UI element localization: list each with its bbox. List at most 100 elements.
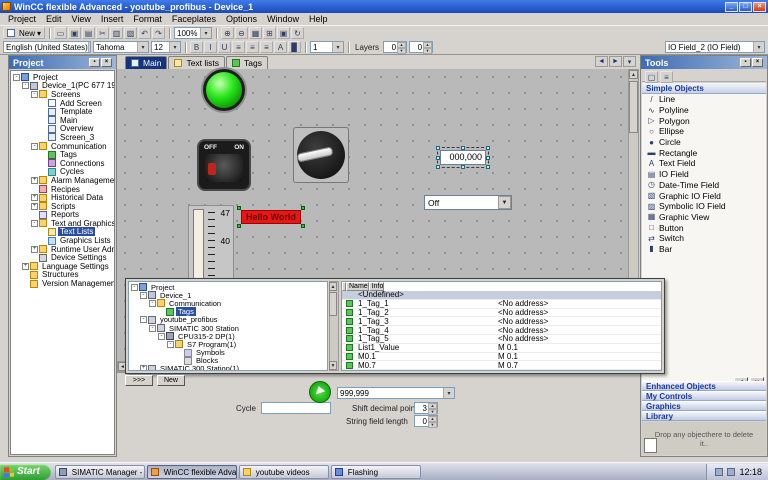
tool-item[interactable]: ▨ Symbolic IO Field	[642, 201, 766, 212]
tool-item[interactable]: ▦ Graphic View	[642, 212, 766, 223]
tree-item[interactable]: Version Management	[11, 279, 114, 288]
selection-handle[interactable]	[237, 224, 241, 228]
tree-expander-icon[interactable]: +	[31, 245, 38, 253]
font-color-button[interactable]: A	[274, 41, 287, 53]
tool-item[interactable]: ◷ Date-Time Field	[642, 180, 766, 191]
tree-expander-icon[interactable]: -	[31, 219, 38, 227]
grid-icon[interactable]: ▦	[249, 27, 263, 39]
selection-handle[interactable]	[486, 155, 490, 160]
tree-expander-icon[interactable]: -	[31, 90, 38, 98]
tree-item[interactable]: - Project	[11, 73, 114, 82]
maximize-button[interactable]: □	[739, 1, 752, 12]
print-icon[interactable]: ▤	[82, 27, 96, 39]
tool-item[interactable]: ▤ IO Field	[642, 169, 766, 180]
menu-item[interactable]: Project	[3, 14, 41, 24]
taskbar-task-button[interactable]: youtube videos	[238, 465, 329, 479]
window-titlebar[interactable]: WinCC flexible Advanced - youtube_profib…	[0, 0, 768, 13]
save-icon[interactable]: ▣	[68, 27, 82, 39]
fill-color-button[interactable]: ▉	[288, 41, 301, 53]
delete-drop-area[interactable]: Drop any objecthere to delete it..	[642, 422, 766, 455]
tool-item[interactable]: ⇄ Switch	[642, 233, 766, 244]
volume-icon[interactable]	[727, 467, 736, 476]
menu-item[interactable]: Help	[304, 14, 333, 24]
tree-item[interactable]: + Alarm Management	[11, 176, 114, 185]
large-icons-toggle[interactable]: ▢	[645, 71, 658, 83]
tree-item[interactable]: - Screens	[11, 90, 114, 99]
tree-item[interactable]: - Communication	[129, 299, 327, 308]
tag-row[interactable]: M0.7 M 0.7	[342, 361, 661, 370]
toggle-switch-object[interactable]: OFF ON	[197, 139, 251, 191]
paste-icon[interactable]: ▧	[124, 27, 138, 39]
tree-item[interactable]: Overview	[11, 124, 114, 133]
tree-item[interactable]: - S7 Program(1)	[129, 340, 327, 349]
menu-item[interactable]: Edit	[41, 14, 67, 24]
string-length-spinner[interactable]: 0 ▲ ▼	[414, 415, 438, 428]
tree-item[interactable]: Device Settings	[11, 253, 114, 262]
tree-item[interactable]: Recipes	[11, 185, 114, 194]
tree-expander-icon[interactable]: -	[31, 142, 38, 150]
close-button[interactable]: ×	[753, 1, 766, 12]
tree-expander-icon[interactable]: -	[167, 340, 174, 348]
tree-item[interactable]: + Language Settings	[11, 262, 114, 271]
tool-item[interactable]: ○ Ellipse	[642, 126, 766, 137]
tool-item[interactable]: ▷ Polygon	[642, 115, 766, 126]
copy-icon[interactable]: ▥	[110, 27, 124, 39]
tool-item[interactable]: □ Button	[642, 222, 766, 233]
tree-item[interactable]: + Historical Data	[11, 193, 114, 202]
snap-icon[interactable]: ⊞	[263, 27, 277, 39]
scroll-up-icon[interactable]: ▲	[629, 70, 638, 79]
pilot-light-object[interactable]	[203, 69, 245, 111]
selection-handle[interactable]	[486, 146, 490, 150]
tree-item[interactable]: Structures	[11, 270, 114, 279]
selection-handle[interactable]	[300, 224, 305, 228]
tree-item[interactable]: Connections	[11, 159, 114, 168]
project-panel-header[interactable]: Project ▪ ×	[9, 56, 116, 69]
tree-item[interactable]: Graphics Lists	[11, 236, 114, 245]
group-icon[interactable]: ▣	[277, 27, 291, 39]
tool-category-header[interactable]: My Controls	[642, 391, 766, 401]
selection-handle[interactable]	[300, 206, 305, 210]
dropdown-arrow-icon[interactable]: ▼	[498, 196, 511, 209]
tree-expander-icon[interactable]: +	[140, 365, 147, 370]
selection-handle[interactable]	[436, 165, 440, 169]
tree-item[interactable]: - Text and Graphics Lists	[11, 219, 114, 228]
start-button[interactable]: Start	[0, 463, 51, 480]
tree-item[interactable]: + Scripts	[11, 202, 114, 211]
new-button[interactable]: New ▾	[3, 27, 46, 39]
tool-category-header[interactable]: Library	[642, 411, 766, 421]
scrollbar-thumb[interactable]	[629, 81, 638, 133]
redo-icon[interactable]: ↷	[152, 27, 166, 39]
details-toggle[interactable]: ≡	[660, 71, 673, 83]
tree-expander-icon[interactable]: -	[22, 82, 29, 90]
panel-close-icon[interactable]: ×	[101, 58, 112, 67]
selection-handle[interactable]	[461, 146, 465, 150]
selection-handle[interactable]	[436, 155, 440, 160]
tree-item[interactable]: Template	[11, 107, 114, 116]
text-label-object[interactable]: Hello World	[237, 206, 305, 228]
spinner-down-icon[interactable]: ▼	[428, 422, 437, 428]
tool-item[interactable]: ▧ Graphic IO Field	[642, 190, 766, 201]
minimize-button[interactable]: _	[725, 1, 738, 12]
font-select[interactable]: Tahoma ▾	[93, 41, 149, 53]
rotary-switch-object[interactable]	[293, 127, 349, 183]
italic-button[interactable]: I	[204, 41, 217, 53]
tool-category-header[interactable]: Enhanced Objects	[642, 381, 766, 391]
selection-handle[interactable]	[436, 146, 440, 150]
tree-expander-icon[interactable]: -	[140, 316, 147, 324]
menu-item[interactable]: Options	[221, 14, 262, 24]
spinner-down-icon[interactable]: ▼	[397, 48, 407, 54]
tree-expander-icon[interactable]: +	[31, 176, 38, 184]
tree-item[interactable]: Tags	[11, 150, 114, 159]
menu-item[interactable]: Insert	[96, 14, 129, 24]
tool-item[interactable]: ● Circle	[642, 137, 766, 148]
expand-browser-button[interactable]: >>>	[125, 375, 153, 386]
tool-item[interactable]: A Text Field	[642, 158, 766, 169]
taskbar-task-button[interactable]: WinCC flexible Advan...	[146, 465, 237, 479]
tree-item[interactable]: Symbols	[129, 348, 327, 357]
align-left-button[interactable]: ≡	[232, 41, 245, 53]
panel-close-icon[interactable]: ×	[752, 58, 763, 67]
zoom-in-icon[interactable]: ⊕	[221, 27, 235, 39]
shift-decimal-spinner[interactable]: 3 ▲ ▼	[414, 402, 438, 415]
tool-category-header[interactable]: Graphics	[642, 401, 766, 411]
tab-order-select[interactable]: 1 ▾	[310, 41, 344, 53]
